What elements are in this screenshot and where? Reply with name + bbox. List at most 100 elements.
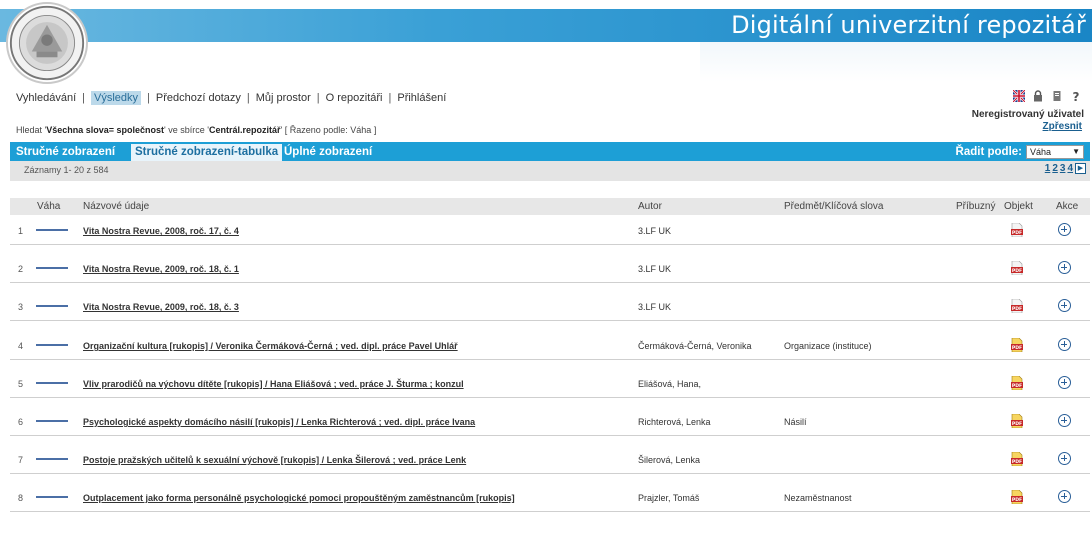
nav-search[interactable]: Vyhledávání — [16, 92, 76, 104]
svg-text:PDF: PDF — [1012, 345, 1022, 351]
records-bar: Záznamy 1- 20 z 584 1 2 3 4 ▶ — [10, 161, 1090, 181]
nav-login[interactable]: Přihlášení — [397, 92, 446, 104]
page-link-2[interactable]: 2 — [1052, 163, 1058, 174]
record-author: Čermáková-Černá, Veronika — [638, 341, 752, 351]
search-query-summary: Hledat 'Všechna slova= společnost' ve sb… — [16, 125, 377, 135]
university-seal-logo — [6, 2, 88, 84]
svg-text:PDF: PDF — [1012, 459, 1022, 465]
record-author: Šilerová, Lenka — [638, 455, 701, 465]
add-action-icon[interactable] — [1058, 261, 1071, 274]
pdf-object-icon[interactable]: PDF — [1011, 337, 1023, 353]
table-row: 8 Outplacement jako forma personálně psyc… — [10, 482, 1090, 512]
sort-control: Řadit podle: Váha ▼ — [956, 143, 1084, 160]
record-title-link[interactable]: Psychologické aspekty domácího násilí [r… — [83, 417, 475, 427]
results-table-header: Váha Názvové údaje Autor Předmět/Klíčová… — [10, 198, 1090, 215]
user-status: Neregistrovaný uživatel — [971, 109, 1084, 120]
page-link-1[interactable]: 1 — [1045, 163, 1051, 174]
weight-bar — [36, 344, 68, 346]
col-action: Akce — [1056, 201, 1079, 212]
record-author: Eliášová, Hana, — [638, 379, 702, 389]
sort-select[interactable]: Váha ▼ — [1026, 144, 1084, 159]
svg-text:PDF: PDF — [1012, 383, 1022, 389]
record-author: 3.LF UK — [638, 226, 672, 236]
record-title-link[interactable]: Organizační kultura [rukopis] / Veronika… — [83, 341, 458, 351]
weight-bar — [36, 305, 68, 307]
header-decoration — [700, 42, 1092, 82]
record-title-link[interactable]: Vita Nostra Revue, 2009, roč. 18, č. 1 — [83, 264, 239, 274]
svg-text:PDF: PDF — [1012, 268, 1022, 274]
svg-text:PDF: PDF — [1012, 421, 1022, 427]
document-icon[interactable] — [1051, 90, 1063, 102]
tab-brief-table-view[interactable]: Stručné zobrazení-tabulka — [131, 144, 283, 161]
table-row: 1 Vita Nostra Revue, 2008, roč. 17, č. 4 3… — [10, 215, 1090, 245]
weight-bar — [36, 496, 68, 498]
refine-link[interactable]: Zpřesnit — [1043, 121, 1082, 132]
pagination: 1 2 3 4 ▶ — [1045, 163, 1086, 174]
row-number: 1 — [18, 226, 24, 236]
table-row: 7 Postoje pražských učitelů k sexuální vý… — [10, 444, 1090, 474]
svg-text:?: ? — [1073, 90, 1080, 102]
site-title: Digitální univerzitní repozitář — [731, 11, 1086, 39]
next-page-icon[interactable]: ▶ — [1075, 163, 1086, 174]
row-number: 4 — [18, 341, 24, 351]
query-sort-info: ' [ Řazeno podle: Váha ] — [280, 125, 377, 135]
record-author: 3.LF UK — [638, 302, 672, 312]
page-link-4[interactable]: 4 — [1067, 163, 1073, 174]
nav-about[interactable]: O repozitáři — [326, 92, 383, 104]
col-related: Příbuzný — [956, 201, 996, 212]
weight-bar — [36, 420, 68, 422]
svg-text:PDF: PDF — [1012, 497, 1022, 503]
pdf-object-icon[interactable]: PDF — [1011, 222, 1023, 238]
record-title-link[interactable]: Postoje pražských učitelů k sexuální výc… — [83, 455, 466, 465]
pdf-object-icon[interactable]: PDF — [1011, 413, 1023, 429]
language-flag-icon[interactable] — [1013, 90, 1025, 102]
table-row: 2 Vita Nostra Revue, 2009, roč. 18, č. 1 3… — [10, 253, 1090, 283]
add-action-icon[interactable] — [1058, 490, 1071, 503]
lock-icon[interactable] — [1032, 90, 1044, 102]
pdf-object-icon[interactable]: PDF — [1011, 298, 1023, 314]
pdf-object-icon[interactable]: PDF — [1011, 489, 1023, 505]
dropdown-arrow-icon: ▼ — [1072, 146, 1080, 156]
table-row: 6 Psychologické aspekty domácího násilí [… — [10, 406, 1090, 436]
record-subject: Organizace (instituce) — [784, 341, 872, 351]
record-author: 3.LF UK — [638, 264, 672, 274]
weight-bar — [36, 229, 68, 231]
record-title-link[interactable]: Outplacement jako forma personálně psych… — [83, 493, 515, 503]
col-object: Objekt — [1004, 201, 1033, 212]
tab-full-view[interactable]: Úplné zobrazení — [280, 144, 376, 161]
help-icon[interactable]: ? — [1070, 90, 1082, 102]
add-action-icon[interactable] — [1058, 414, 1071, 427]
page-link-3[interactable]: 3 — [1060, 163, 1066, 174]
nav-previous-queries[interactable]: Předchozí dotazy — [156, 92, 241, 104]
pdf-object-icon[interactable]: PDF — [1011, 260, 1023, 276]
col-subject[interactable]: Předmět/Klíčová slova — [784, 201, 884, 212]
record-subject: Nezaměstnanost — [784, 493, 852, 503]
add-action-icon[interactable] — [1058, 338, 1071, 351]
record-title-link[interactable]: Vliv prarodičů na výchovu dítěte [rukopi… — [83, 379, 464, 389]
svg-text:PDF: PDF — [1012, 230, 1022, 236]
sort-label: Řadit podle: — [955, 145, 1022, 158]
add-action-icon[interactable] — [1058, 452, 1071, 465]
add-action-icon[interactable] — [1058, 376, 1071, 389]
svg-text:PDF: PDF — [1012, 306, 1022, 312]
row-number: 3 — [18, 302, 24, 312]
pdf-object-icon[interactable]: PDF — [1011, 375, 1023, 391]
col-weight[interactable]: Váha — [37, 201, 60, 212]
add-action-icon[interactable] — [1058, 299, 1071, 312]
table-row: 5 Vliv prarodičů na výchovu dítěte [rukop… — [10, 368, 1090, 398]
query-term: Všechna slova= společnost — [46, 125, 165, 135]
row-number: 6 — [18, 417, 24, 427]
col-title[interactable]: Názvové údaje — [83, 201, 149, 212]
add-action-icon[interactable] — [1058, 223, 1071, 236]
query-collection: Centrál.repozitář — [209, 125, 281, 135]
pdf-object-icon[interactable]: PDF — [1011, 451, 1023, 467]
table-row: 3 Vita Nostra Revue, 2009, roč. 18, č. 3 3… — [10, 291, 1090, 321]
record-title-link[interactable]: Vita Nostra Revue, 2009, roč. 18, č. 3 — [83, 302, 239, 312]
row-number: 8 — [18, 493, 24, 503]
nav-my-space[interactable]: Můj prostor — [256, 92, 311, 104]
tab-brief-view[interactable]: Stručné zobrazení — [12, 144, 119, 161]
nav-results[interactable]: Výsledky — [91, 91, 142, 105]
weight-bar — [36, 382, 68, 384]
col-author[interactable]: Autor — [638, 201, 662, 212]
record-title-link[interactable]: Vita Nostra Revue, 2008, roč. 17, č. 4 — [83, 226, 239, 236]
